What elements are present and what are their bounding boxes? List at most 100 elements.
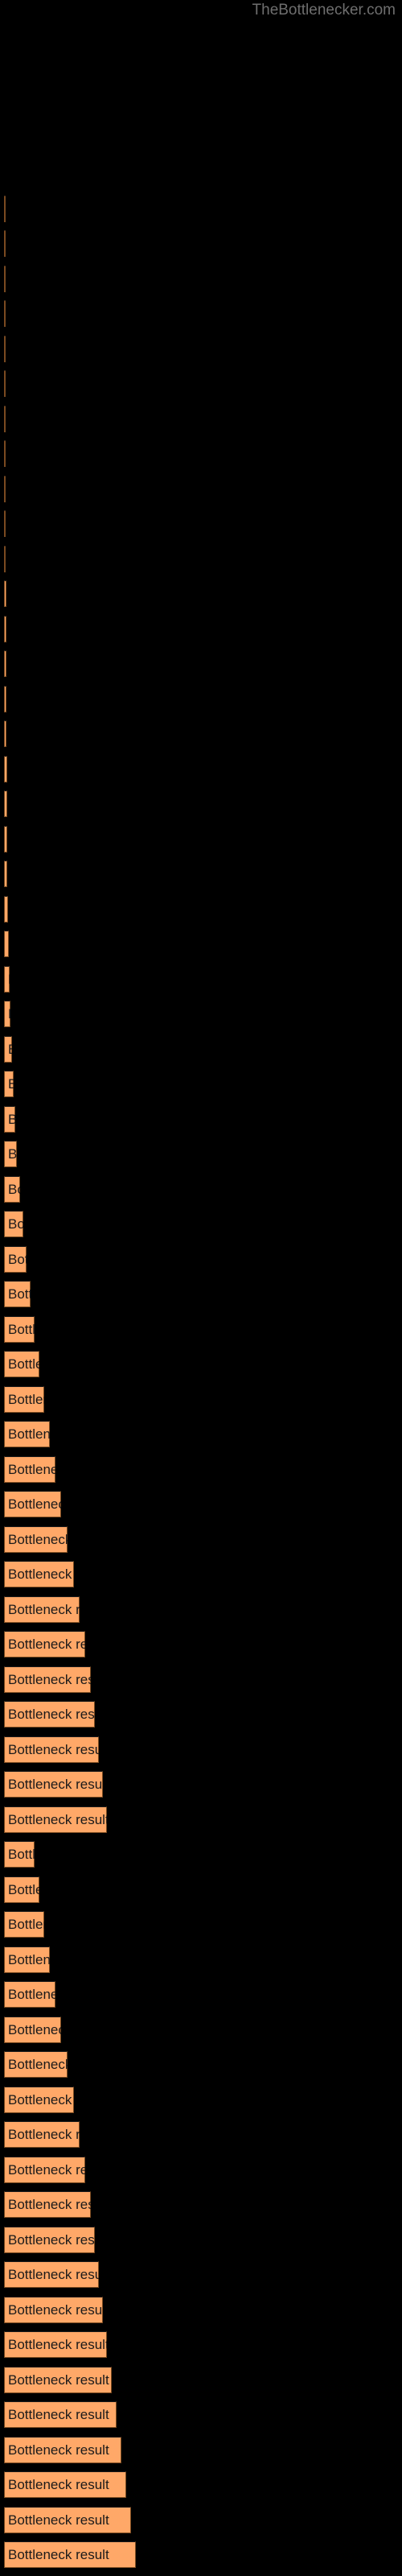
- bar: [4, 2297, 103, 2323]
- bar-row: Bottleneck result: [4, 2401, 117, 2428]
- bar-row: Bottleneck result: [4, 931, 9, 957]
- bar: [4, 2437, 121, 2463]
- bar-row: Bottleneck result: [4, 2017, 61, 2043]
- bar: [4, 1421, 50, 1447]
- bar-row: Bottleneck result: [4, 2121, 80, 2148]
- bar: [4, 1281, 31, 1307]
- bar: [4, 546, 6, 572]
- bar-row: Bottleneck result: [4, 1806, 107, 1833]
- bar: [4, 1701, 95, 1728]
- bar-row: Bottleneck result: [4, 1701, 95, 1728]
- bar-row: Bottleneck result: [4, 2331, 107, 2358]
- bar-row: Bottleneck result: [4, 2471, 126, 2498]
- bar: [4, 580, 6, 607]
- bar: [4, 1036, 12, 1063]
- bar-row: Bottleneck result: [4, 861, 7, 887]
- bar-row: Bottleneck result: [4, 966, 10, 993]
- bar: [4, 336, 6, 362]
- bar-row: Bottleneck result: [4, 1631, 85, 1657]
- bar: [4, 1631, 85, 1657]
- chart-page: TheBottlenecker.com Bottleneck resultBot…: [0, 0, 402, 2576]
- bar-row: Bottleneck result: [4, 2507, 131, 2533]
- bar-row: Bottleneck result: [4, 1246, 27, 1273]
- bar-row: Bottleneck result: [4, 2157, 85, 2183]
- bar-row: Bottleneck result: [4, 1736, 99, 1763]
- bar-chart-plot-area: Bottleneck result Bottleneck result Bottle…: [0, 0, 402, 2576]
- bar: [4, 1491, 61, 1517]
- bar: [4, 2401, 117, 2428]
- bar-row: Bottleneck result: [4, 1911, 44, 1938]
- bar-row: Bottleneck result: [4, 2261, 99, 2288]
- bar: [4, 510, 6, 537]
- bar: [4, 1526, 68, 1553]
- bar: [4, 861, 7, 887]
- bar-row: Bottleneck result: [4, 756, 7, 782]
- bar-row: Bottleneck result: [4, 1036, 12, 1063]
- bar: [4, 896, 8, 923]
- bar-row: Bottleneck result: [4, 1876, 39, 1903]
- bar-row: Bottleneck result: [4, 650, 6, 677]
- bar-row: Bottleneck result: [4, 370, 6, 397]
- bar: [4, 406, 6, 432]
- bar: [4, 2471, 126, 2498]
- bar-row: Bottleneck result: [4, 196, 6, 222]
- bar-row: Bottleneck result: [4, 300, 6, 327]
- bar-row: Bottleneck result: [4, 1316, 35, 1343]
- bar: [4, 1106, 15, 1133]
- bar-row: Bottleneck result: [4, 1141, 17, 1167]
- bar: [4, 826, 7, 852]
- bar: [4, 300, 6, 327]
- bar: [4, 1561, 74, 1587]
- bar-row: Bottleneck result: [4, 1211, 23, 1237]
- bar: [4, 2087, 74, 2113]
- bar: [4, 476, 6, 502]
- bar-row: Bottleneck result: [4, 510, 6, 537]
- bar: [4, 1876, 39, 1903]
- bar-row: Bottleneck result: [4, 1281, 31, 1307]
- bar: [4, 1841, 35, 1868]
- bar-row: Bottleneck result: [4, 266, 6, 292]
- bar-row: Bottleneck result: [4, 2051, 68, 2078]
- bar-row: Bottleneck result: [4, 1106, 15, 1133]
- bar-row: Bottleneck result: [4, 2367, 112, 2393]
- bar: [4, 266, 6, 292]
- bar: [4, 1666, 91, 1693]
- bar: [4, 1736, 99, 1763]
- bar-row: Bottleneck result: [4, 1981, 55, 2008]
- bar: [4, 2367, 112, 2393]
- bar-row: Bottleneck result: [4, 1771, 103, 1798]
- bar: [4, 2051, 68, 2078]
- bar: [4, 1211, 23, 1237]
- bar-row: Bottleneck result: [4, 2541, 136, 2568]
- bar-row: Bottleneck result: [4, 1386, 44, 1413]
- bar: [4, 1386, 44, 1413]
- bar-row: Bottleneck result: [4, 791, 7, 817]
- bar-row: Bottleneck result: [4, 1351, 39, 1377]
- bar-row: Bottleneck result: [4, 406, 6, 432]
- bar-row: Bottleneck result: [4, 720, 6, 747]
- bar: [4, 1456, 55, 1483]
- bar: [4, 2261, 99, 2288]
- bar: [4, 931, 9, 957]
- bar-row: Bottleneck result: [4, 1456, 55, 1483]
- bar-row: Bottleneck result: [4, 1561, 74, 1587]
- bar: [4, 2017, 61, 2043]
- bar-row: Bottleneck result: [4, 1491, 61, 1517]
- bar-row: Bottleneck result: [4, 2437, 121, 2463]
- bar-row: Bottleneck result: [4, 2227, 95, 2253]
- bar-row: Bottleneck result: [4, 686, 6, 712]
- bar-row: Bottleneck result: [4, 1421, 50, 1447]
- bar-row: Bottleneck result: [4, 336, 6, 362]
- bar: [4, 616, 6, 642]
- bar-row: Bottleneck result: [4, 230, 6, 257]
- bar: [4, 1981, 55, 2008]
- bar-row: Bottleneck result: [4, 476, 6, 502]
- bar-row: Bottleneck result: [4, 440, 6, 467]
- bar: [4, 2191, 91, 2218]
- bar-row: Bottleneck result: [4, 1526, 68, 1553]
- bar: [4, 791, 7, 817]
- bar: [4, 1771, 103, 1798]
- bar-row: Bottleneck result: [4, 1841, 35, 1868]
- bar-row: Bottleneck result: [4, 546, 6, 572]
- bar: [4, 1316, 35, 1343]
